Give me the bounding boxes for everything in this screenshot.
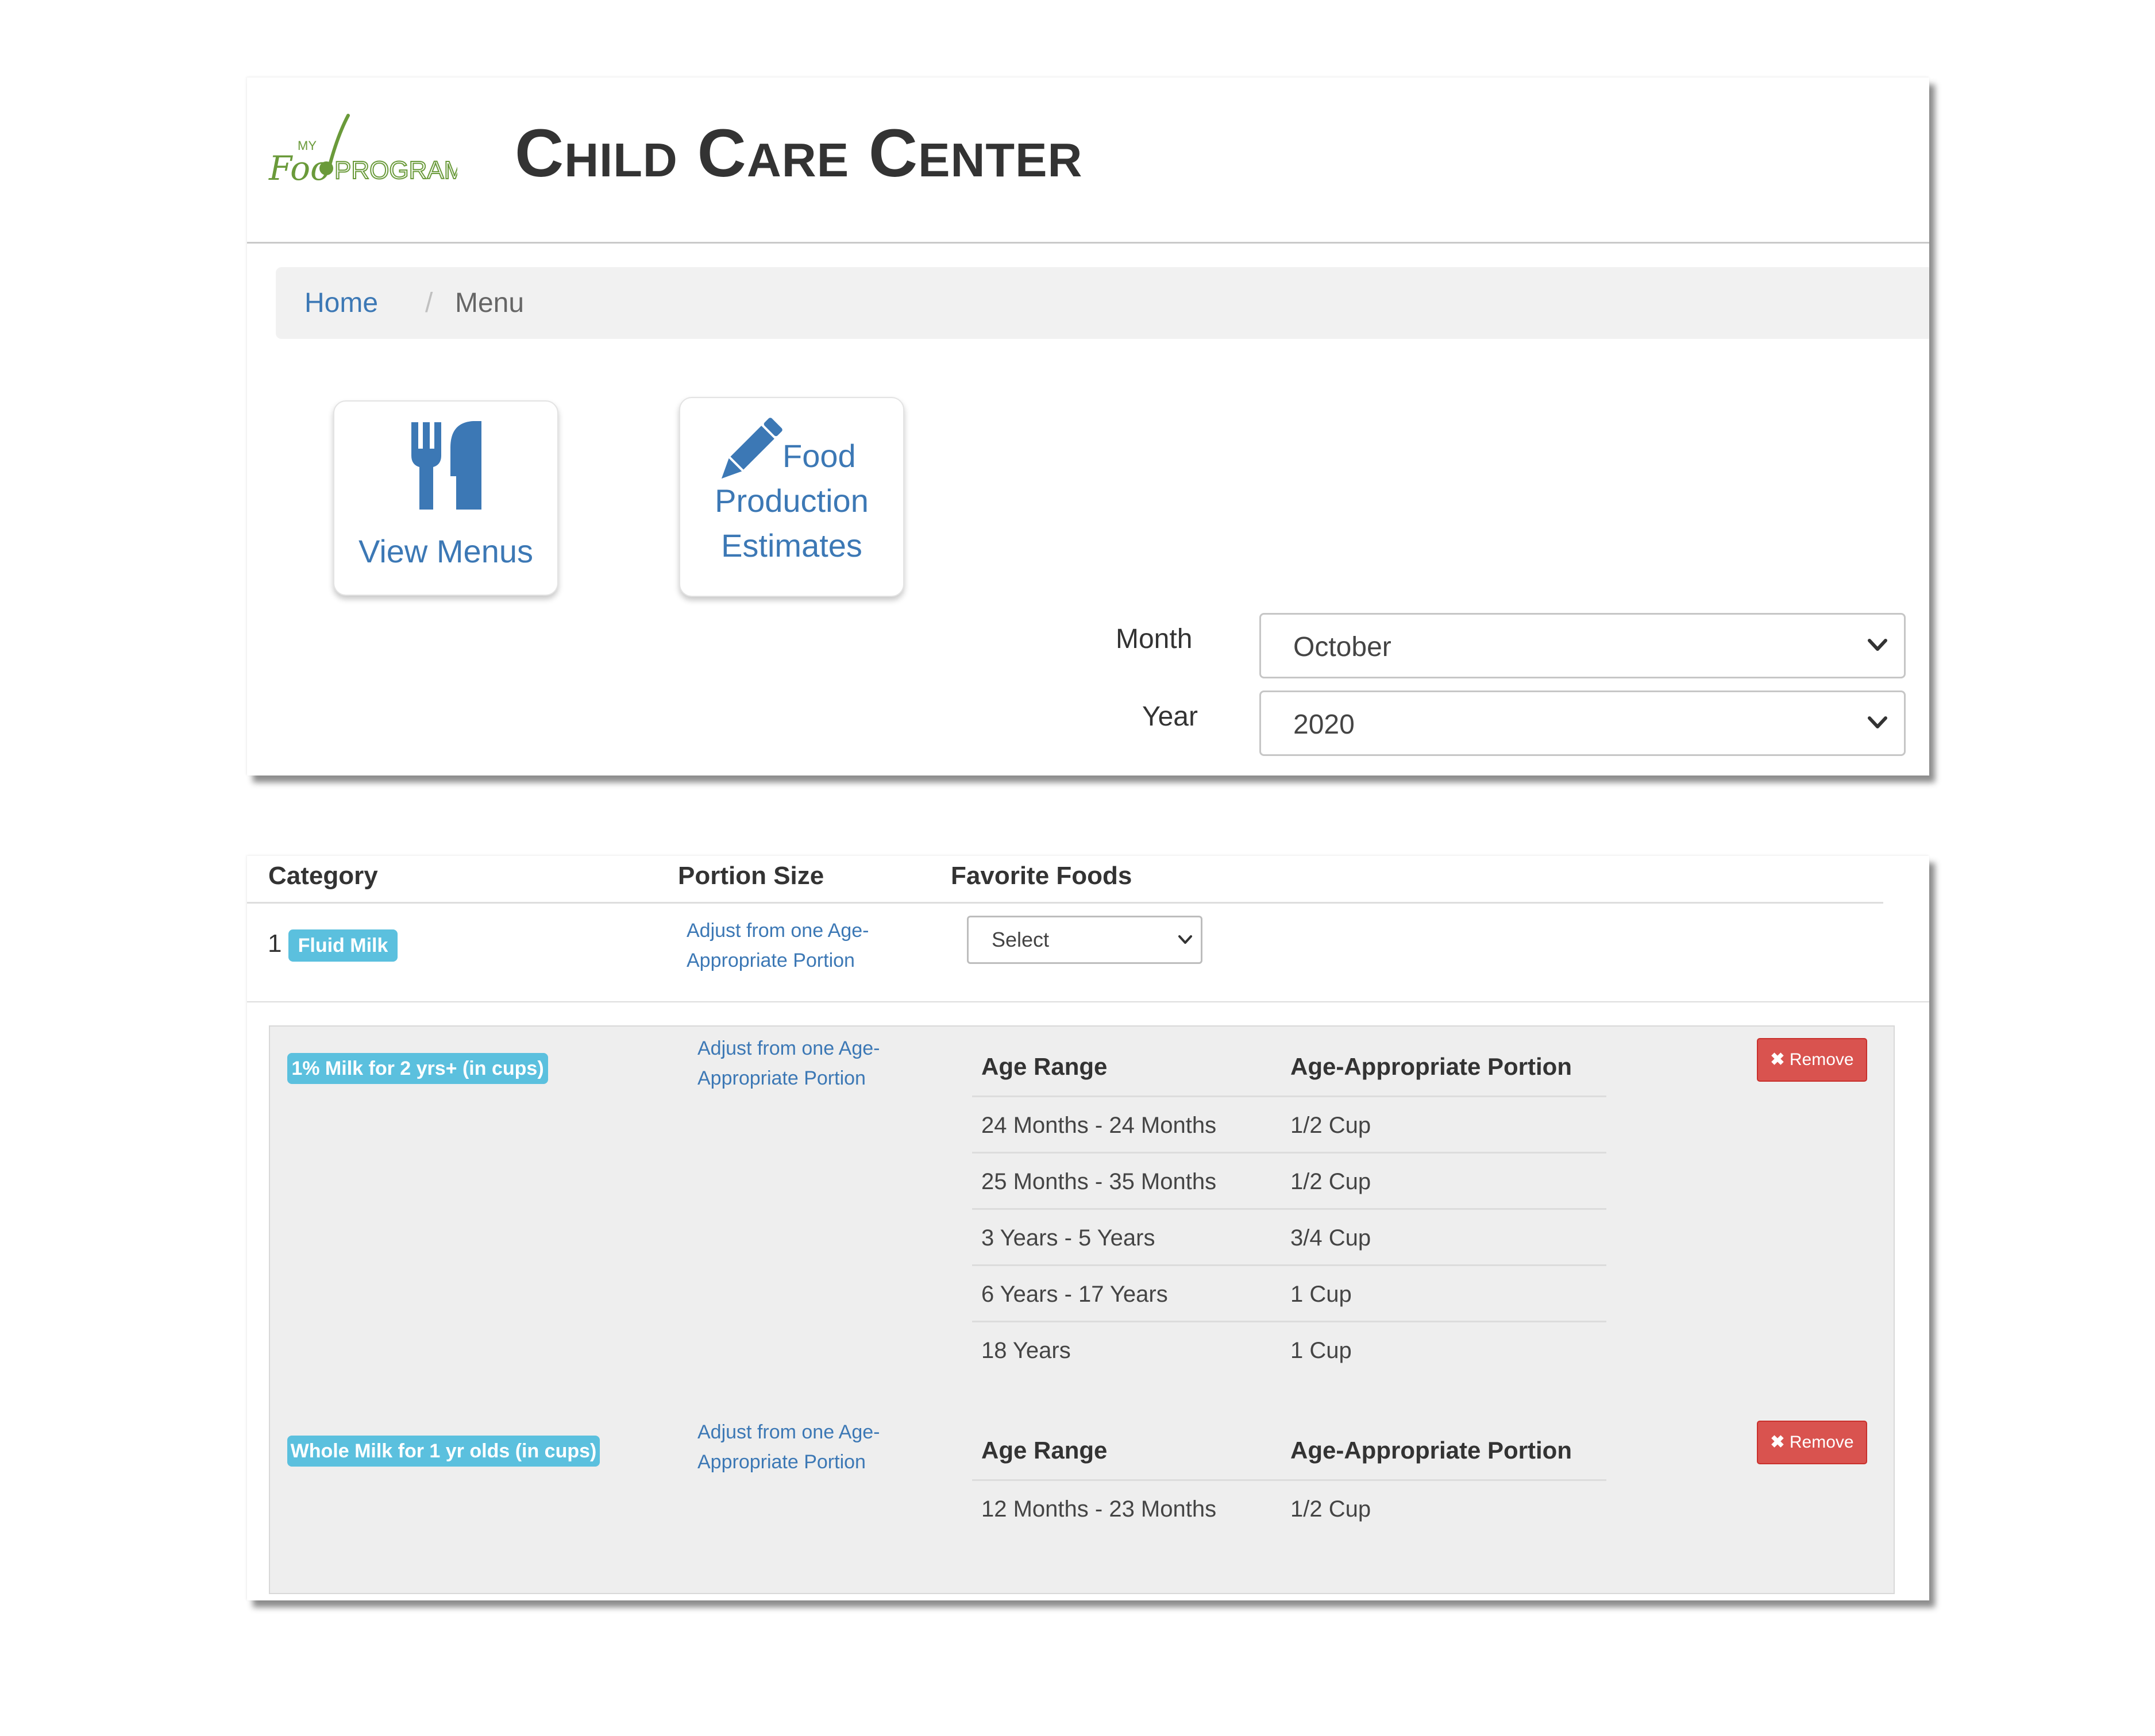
food-name-badge: 1% Milk for 2 yrs+ (in cups) [287, 1053, 548, 1084]
breadcrumb-home-link[interactable]: Home [304, 267, 378, 339]
year-select-value: 2020 [1293, 709, 1355, 740]
portion-cell: 1 Cup [1290, 1338, 1352, 1363]
age-portion-table-header: Age Range Age-Appropriate Portion [972, 1423, 1606, 1478]
view-menus-label: View Menus [358, 533, 533, 569]
utensils-icon [411, 421, 481, 510]
remove-button-label: Remove [1789, 1050, 1854, 1069]
adjust-portion-link[interactable]: Adjust from one Age- Appropriate Portion [697, 1033, 880, 1093]
age-range-header: Age Range [981, 1053, 1108, 1080]
breadcrumb-current: Menu [455, 288, 525, 318]
age-range-cell: 6 Years - 17 Years [981, 1282, 1168, 1307]
chevron-down-icon [1178, 935, 1192, 944]
age-range-cell: 12 Months - 23 Months [981, 1496, 1217, 1522]
age-range-cell: 24 Months - 24 Months [981, 1113, 1217, 1138]
food-category-panel: Category Portion Size Favorite Foods 1 F… [247, 856, 1929, 1600]
age-portion-table-header: Age Range Age-Appropriate Portion [972, 1039, 1606, 1094]
adjust-portion-line1: Adjust from one Age- [697, 1037, 880, 1059]
year-select[interactable]: 2020 [1259, 690, 1906, 756]
row-divider [247, 1001, 1929, 1002]
portion-cell: 3/4 Cup [1290, 1225, 1371, 1251]
view-menus-tile[interactable]: View Menus [333, 400, 558, 596]
age-portion-row: 24 Months - 24 Months 1/2 Cup [972, 1095, 1606, 1154]
year-label: Year [1142, 701, 1198, 732]
favorite-foods-select-value: Select [992, 928, 1050, 951]
breadcrumb-separator: / [425, 288, 433, 318]
adjust-portion-line2: Appropriate Portion [687, 950, 855, 971]
breadcrumb: Home / Menu [276, 267, 1929, 339]
age-appropriate-portion-header: Age-Appropriate Portion [1290, 1437, 1572, 1464]
remove-button[interactable]: ✖ Remove [1757, 1421, 1867, 1464]
month-select[interactable]: October [1259, 613, 1906, 678]
portion-cell: 1/2 Cup [1290, 1113, 1371, 1138]
adjust-portion-line1: Adjust from one Age- [687, 920, 869, 942]
adjust-portion-link[interactable]: Adjust from one Age- Appropriate Portion [687, 916, 869, 975]
food-production-label-line1: Food [782, 438, 856, 474]
app-header: MY Foo PROGRAM Child Care Center [247, 78, 1929, 244]
selected-foods-panel: 1% Milk for 2 yrs+ (in cups) Adjust from… [269, 1025, 1895, 1594]
svg-text:PROGRAM: PROGRAM [334, 156, 457, 184]
adjust-portion-link[interactable]: Adjust from one Age- Appropriate Portion [697, 1417, 880, 1477]
favorite-foods-column-header: Favorite Foods [951, 862, 1132, 890]
age-range-header: Age Range [981, 1437, 1108, 1464]
portion-cell: 1/2 Cup [1290, 1496, 1371, 1522]
category-badge: Fluid Milk [288, 929, 398, 962]
month-select-value: October [1293, 632, 1391, 662]
category-row-number: 1 [268, 929, 282, 958]
header-divider [247, 902, 1883, 904]
portion-cell: 1 Cup [1290, 1282, 1352, 1307]
age-portion-row: 12 Months - 23 Months 1/2 Cup [972, 1479, 1606, 1537]
age-portion-row: 25 Months - 35 Months 1/2 Cup [972, 1152, 1606, 1210]
menu-header-panel: MY Foo PROGRAM Child Care Center Home / … [247, 78, 1929, 776]
food-production-estimates-tile[interactable]: Food Production Estimates [679, 397, 904, 597]
age-portion-row: 3 Years - 5 Years 3/4 Cup [972, 1208, 1606, 1266]
age-range-cell: 3 Years - 5 Years [981, 1225, 1155, 1251]
favorite-foods-select[interactable]: Select [967, 916, 1202, 964]
adjust-portion-line1: Adjust from one Age- [697, 1421, 880, 1443]
adjust-portion-line2: Appropriate Portion [697, 1067, 866, 1089]
adjust-portion-line2: Appropriate Portion [697, 1451, 866, 1473]
chevron-down-icon [1868, 639, 1887, 651]
portion-cell: 1/2 Cup [1290, 1169, 1371, 1194]
portion-size-column-header: Portion Size [678, 862, 824, 890]
remove-button-label: Remove [1789, 1433, 1854, 1452]
age-portion-table: Age Range Age-Appropriate Portion 24 Mon… [972, 1039, 1606, 1387]
month-label: Month [1116, 624, 1193, 654]
age-appropriate-portion-header: Age-Appropriate Portion [1290, 1053, 1572, 1080]
food-production-label-line2: Production [715, 483, 869, 519]
page-title: Child Care Center [515, 115, 1083, 191]
chevron-down-icon [1868, 716, 1887, 728]
age-portion-row: 18 Years 1 Cup [972, 1321, 1606, 1379]
food-production-label-line3: Estimates [721, 527, 862, 564]
category-column-header: Category [268, 862, 378, 890]
close-icon: ✖ [1770, 1433, 1785, 1452]
age-range-cell: 18 Years [981, 1338, 1071, 1363]
remove-button[interactable]: ✖ Remove [1757, 1038, 1867, 1082]
my-food-program-logo: MY Foo PROGRAM [268, 114, 457, 188]
pencil-icon [721, 418, 782, 479]
close-icon: ✖ [1770, 1050, 1785, 1069]
age-portion-table: Age Range Age-Appropriate Portion 12 Mon… [972, 1423, 1606, 1538]
food-name-badge: Whole Milk for 1 yr olds (in cups) [287, 1436, 600, 1467]
age-portion-row: 6 Years - 17 Years 1 Cup [972, 1264, 1606, 1322]
age-range-cell: 25 Months - 35 Months [981, 1169, 1217, 1194]
